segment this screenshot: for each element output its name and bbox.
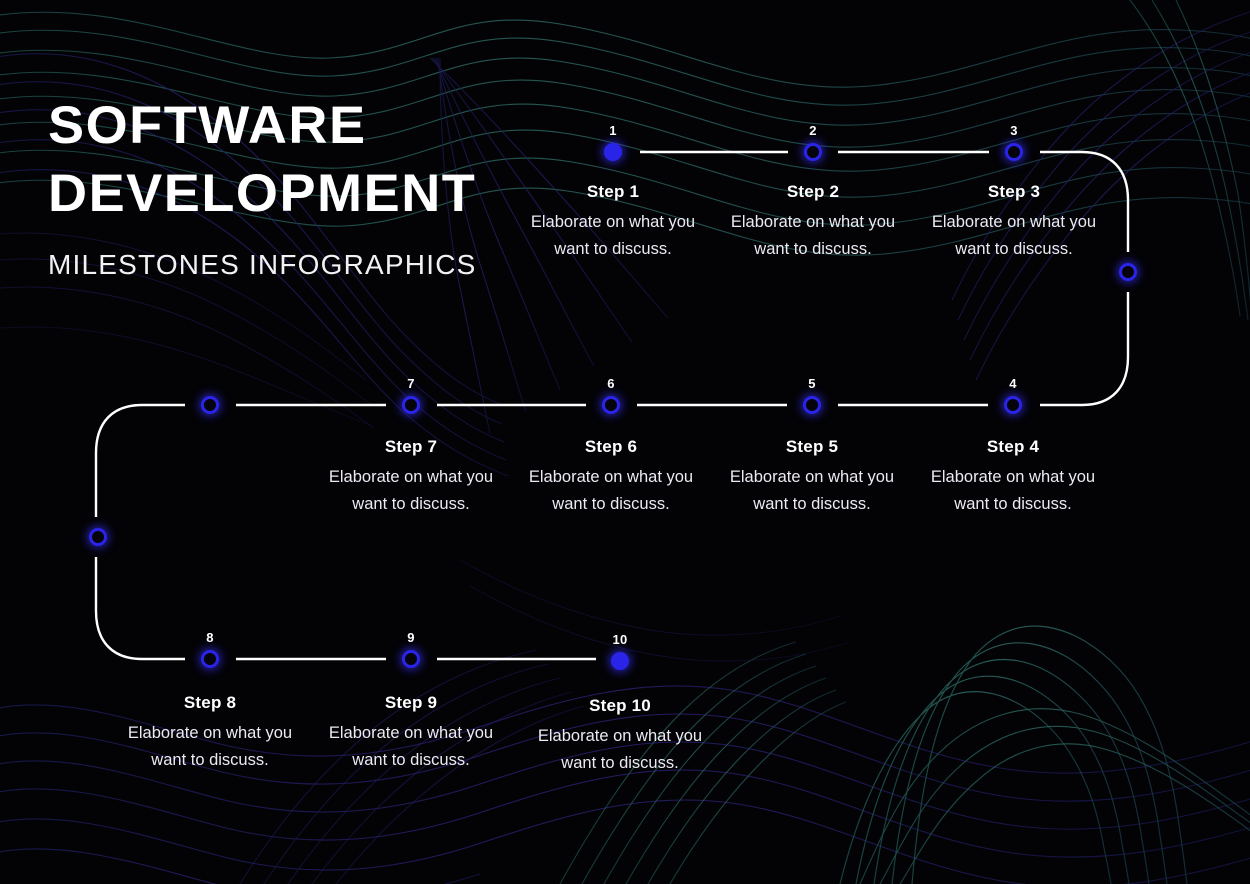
step-block-4: Step 4 Elaborate on what you want to disc… xyxy=(913,437,1113,518)
step-number-6: 6 xyxy=(607,376,615,391)
step-number-8: 8 xyxy=(206,630,214,645)
step-block-8: Step 8 Elaborate on what you want to disc… xyxy=(110,693,310,774)
step-description-2: Elaborate on what you want to discuss. xyxy=(730,213,896,258)
step-title-7: Step 7 xyxy=(384,437,438,456)
step-number-9: 9 xyxy=(407,630,415,645)
step-title-9: Step 9 xyxy=(384,693,438,712)
step-block-2: Step 2 Elaborate on what you want to disc… xyxy=(713,182,913,263)
row2-start-marker-icon xyxy=(201,396,219,414)
step-description-7: Elaborate on what you want to discuss. xyxy=(328,468,494,513)
step-node-8[interactable] xyxy=(201,650,219,668)
step-description-1: Elaborate on what you want to discuss. xyxy=(530,213,696,258)
connector-curve-to-4 xyxy=(1040,292,1130,407)
step-node-6[interactable] xyxy=(602,396,620,414)
step-block-9: Step 9 Elaborate on what you want to disc… xyxy=(311,693,511,774)
step-description-3: Elaborate on what you want to discuss. xyxy=(931,213,1097,258)
step-description-9: Elaborate on what you want to discuss. xyxy=(328,724,494,769)
step-description-10: Elaborate on what you want to discuss. xyxy=(537,727,703,772)
step-description-5: Elaborate on what you want to discuss. xyxy=(729,468,895,513)
connector-left-curve-bottom xyxy=(94,557,185,661)
step-number-1: 1 xyxy=(609,123,617,138)
step-node-10[interactable] xyxy=(611,652,629,670)
step-number-3: 3 xyxy=(1010,123,1018,138)
step-block-10: Step 10 Elaborate on what you want to dis… xyxy=(520,696,720,777)
step-title-5: Step 5 xyxy=(785,437,839,456)
step-node-1[interactable] xyxy=(604,143,622,161)
left-curve-marker-icon xyxy=(89,528,107,546)
step-node-2[interactable] xyxy=(804,143,822,161)
connector-left-curve-top xyxy=(94,403,185,517)
step-description-8: Elaborate on what you want to discuss. xyxy=(127,724,293,769)
step-title-3: Step 3 xyxy=(987,182,1041,201)
step-node-7[interactable] xyxy=(402,396,420,414)
step-title-1: Step 1 xyxy=(586,182,640,201)
step-block-7: Step 7 Elaborate on what you want to disc… xyxy=(311,437,511,518)
step-block-6: Step 6 Elaborate on what you want to disc… xyxy=(511,437,711,518)
step-number-2: 2 xyxy=(809,123,817,138)
step-number-7: 7 xyxy=(407,376,415,391)
step-title-4: Step 4 xyxy=(986,437,1040,456)
step-number-10: 10 xyxy=(612,632,628,647)
step-node-5[interactable] xyxy=(803,396,821,414)
step-title-10: Step 10 xyxy=(589,696,651,715)
step-title-8: Step 8 xyxy=(183,693,237,712)
step-title-6: Step 6 xyxy=(584,437,638,456)
step-number-5: 5 xyxy=(808,376,816,391)
step-node-9[interactable] xyxy=(402,650,420,668)
step-description-4: Elaborate on what you want to discuss. xyxy=(930,468,1096,513)
step-title-2: Step 2 xyxy=(786,182,840,201)
step-node-4[interactable] xyxy=(1004,396,1022,414)
step-block-3: Step 3 Elaborate on what you want to disc… xyxy=(914,182,1114,263)
right-curve-marker-icon xyxy=(1119,263,1137,281)
step-description-6: Elaborate on what you want to discuss. xyxy=(528,468,694,513)
step-node-3[interactable] xyxy=(1005,143,1023,161)
step-block-1: Step 1 Elaborate on what you want to disc… xyxy=(513,182,713,263)
step-block-5: Step 5 Elaborate on what you want to disc… xyxy=(712,437,912,518)
step-number-4: 4 xyxy=(1009,376,1017,391)
infographic-slide: SOFTWARE DEVELOPMENT MILESTONES INFOGRAP… xyxy=(0,0,1250,884)
